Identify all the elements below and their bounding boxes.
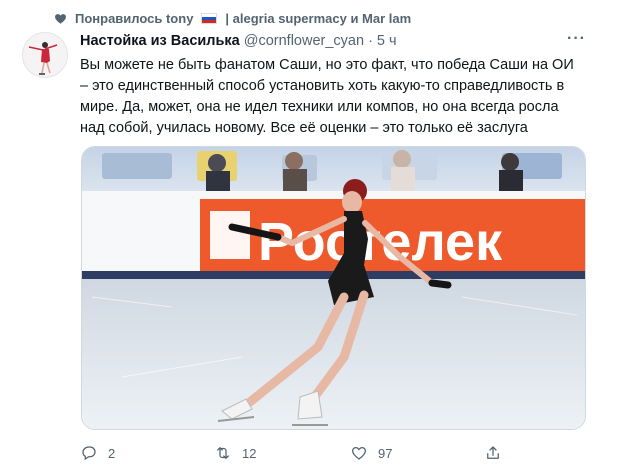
more-options-icon[interactable]: ··· (567, 31, 587, 51)
author-handle[interactable]: @cornflower_cyan (244, 33, 364, 49)
like-icon (351, 446, 367, 460)
share-icon (487, 446, 499, 459)
timestamp[interactable]: 5 ч (377, 33, 397, 49)
social-context[interactable]: Понравилось tony | alegria supermacy и M… (54, 9, 411, 27)
separator-dot: · (368, 33, 373, 49)
tweet-text: Вы можете не быть фанатом Саши, но это ф… (80, 57, 574, 136)
avatar[interactable] (22, 32, 68, 78)
figure-skater-photo: Ростелек (82, 147, 585, 429)
russia-flag-icon (201, 12, 218, 24)
heart-icon (55, 13, 66, 24)
retweet-button[interactable]: 12 (214, 443, 256, 463)
share-button[interactable] (484, 443, 502, 463)
author-name[interactable]: Настойка из Василька (80, 33, 240, 49)
liked-by-others-label[interactable]: | alegria supermacy и Mar lam (225, 11, 411, 26)
liked-by-label[interactable]: Понравилось tony (75, 11, 193, 26)
reply-button[interactable]: 2 (80, 443, 115, 463)
like-count: 97 (378, 445, 393, 461)
reply-count: 2 (108, 445, 116, 461)
reply-icon (82, 446, 96, 461)
tweet-actions: 2 12 97 (80, 443, 590, 463)
tweet-header: Настойка из Василька @cornflower_cyan · … (80, 33, 397, 49)
tweet-image[interactable]: Ростелек (81, 146, 586, 430)
like-button[interactable]: 97 (350, 443, 392, 463)
avatar-image (23, 33, 67, 77)
retweet-icon (217, 447, 229, 459)
retweet-count: 12 (242, 445, 257, 461)
